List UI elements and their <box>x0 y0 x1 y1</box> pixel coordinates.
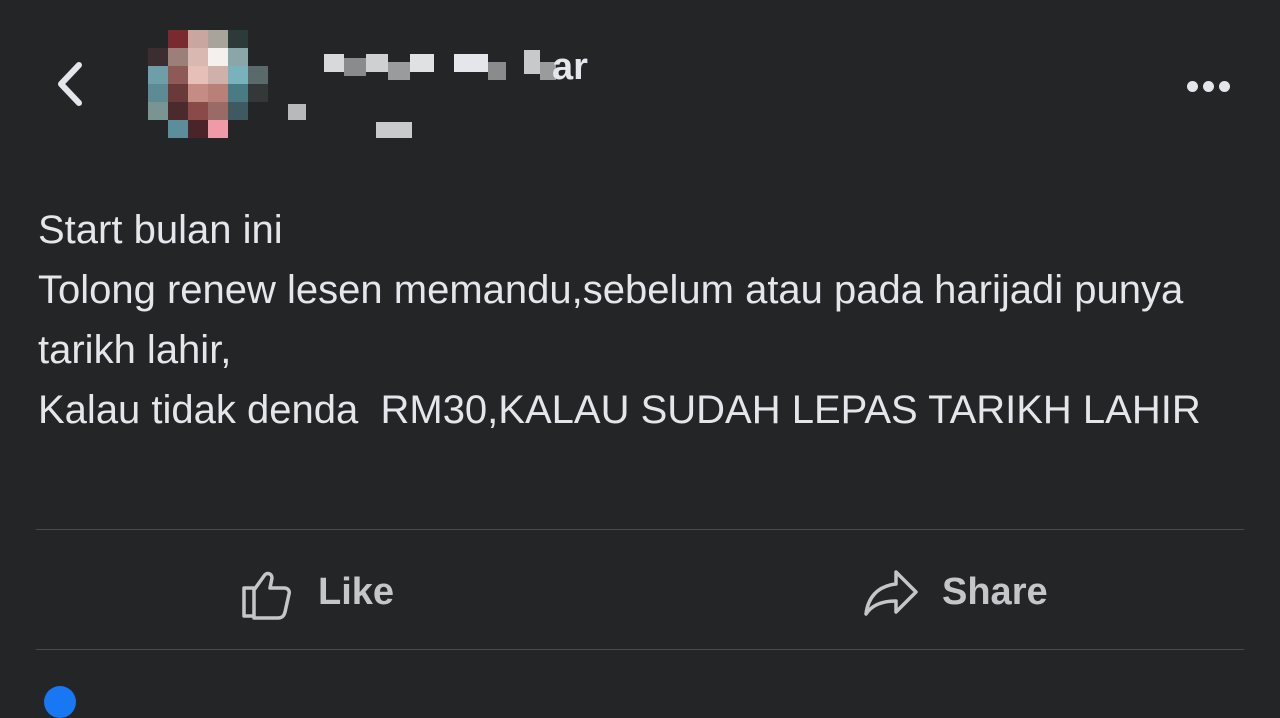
like-label: Like <box>318 570 395 613</box>
author-name[interactable]: ar <box>324 48 588 88</box>
chevron-left-icon <box>58 62 82 106</box>
author-name-text: ar <box>552 46 588 88</box>
share-arrow-icon <box>864 570 918 616</box>
like-button[interactable]: Like <box>240 560 394 624</box>
post-meta-pixelated <box>376 122 412 138</box>
post-text: Start bulan ini Tolong renew lesen meman… <box>38 208 1201 432</box>
thumbs-up-icon <box>242 571 291 620</box>
pixelated-dot <box>288 104 306 120</box>
avatar[interactable] <box>148 30 268 140</box>
divider-top <box>36 529 1244 530</box>
back-button[interactable] <box>40 48 100 120</box>
post-header: ar <box>0 0 1280 170</box>
more-options-button[interactable] <box>1176 70 1240 102</box>
share-label: Share <box>942 570 1048 613</box>
divider-bottom <box>36 649 1244 650</box>
ellipsis-icon <box>1186 80 1230 92</box>
share-button[interactable]: Share <box>862 560 1048 624</box>
